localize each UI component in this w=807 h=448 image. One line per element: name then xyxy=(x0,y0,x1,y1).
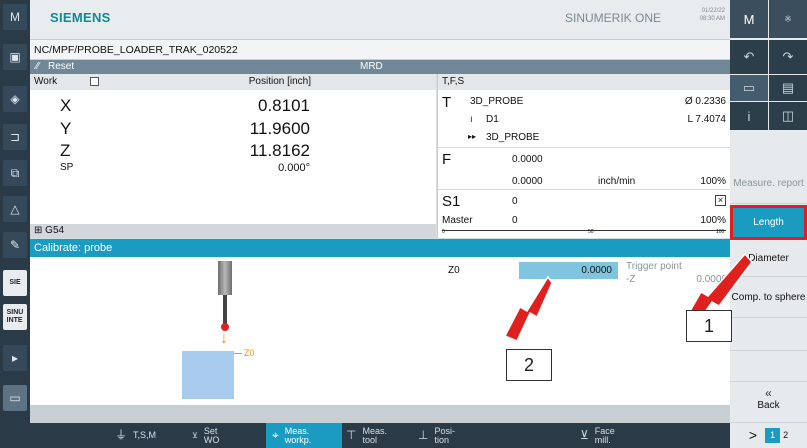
callout-1: 1 xyxy=(686,310,732,342)
arrow-2 xyxy=(503,275,553,342)
annotation-arrows xyxy=(503,252,753,342)
callout-2: 2 xyxy=(506,349,552,381)
